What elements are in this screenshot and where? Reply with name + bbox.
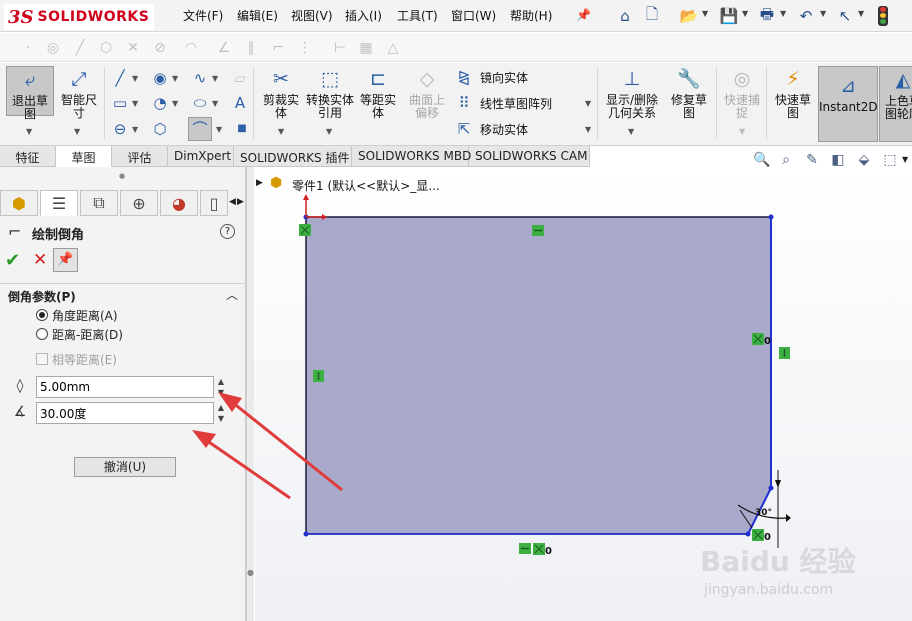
origin-icon <box>303 194 327 220</box>
sketch-profile-fill[interactable] <box>306 217 771 534</box>
relation-fix-right-label: 0 <box>764 336 771 347</box>
relation-fix-bottom-icon <box>533 543 545 555</box>
relation-vertical-right-icon <box>779 347 790 359</box>
relation-horizontal-top-icon <box>532 225 544 236</box>
annotation-arrow-lower <box>192 430 291 500</box>
sketch-canvas[interactable]: 0 0 0 30° <box>0 0 912 621</box>
vertex-chamfer-bottom[interactable] <box>745 531 751 537</box>
vertex-bottom-left[interactable] <box>303 531 309 537</box>
watermark-text: Baidu 经验 <box>700 545 856 578</box>
chamfer-angle-dimension[interactable]: 30° <box>755 508 772 518</box>
relation-fix-right-icon <box>752 333 764 345</box>
relation-coincident-icon <box>299 224 311 236</box>
relation-fix-bottom-label: 0 <box>545 546 552 557</box>
relation-horizontal-bottom-icon <box>519 543 531 554</box>
vertex-chamfer-top[interactable] <box>768 485 774 491</box>
watermark-url: jingyan.baidu.com <box>704 582 834 598</box>
relation-vertical-left-icon <box>313 370 324 382</box>
vertex-top-right[interactable] <box>768 214 774 220</box>
